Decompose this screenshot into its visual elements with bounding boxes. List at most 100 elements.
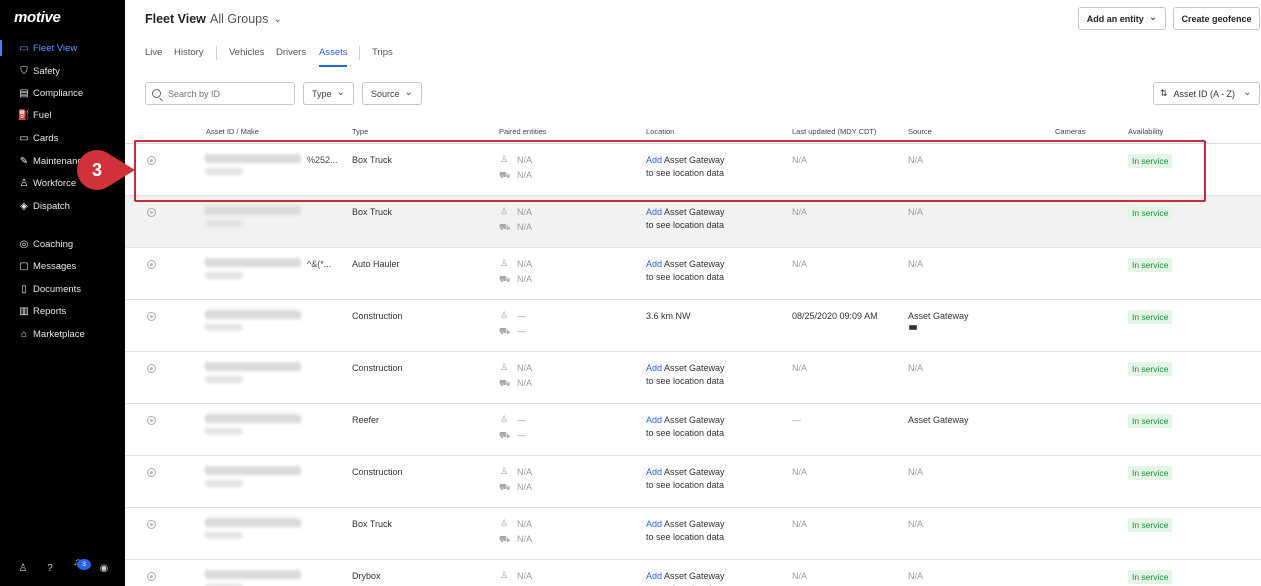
sidebar-item-label: Coaching (33, 238, 74, 250)
location-text[interactable]: 3.6 km NW (646, 311, 691, 321)
location-text: Asset Gateway (662, 259, 725, 269)
last-updated: 08/25/2020 09:09 AM (792, 311, 878, 321)
sidebar-item-label: Reports (33, 305, 67, 317)
redacted-asset-make (205, 220, 243, 227)
add-gateway-link[interactable]: Add (646, 259, 662, 269)
sidebar-item-compliance[interactable]: ▤ Compliance (0, 83, 125, 103)
sidebar-item-coaching[interactable]: ◎ Coaching (0, 234, 125, 254)
sidebar-item-reports[interactable]: ▥ Reports (0, 301, 125, 321)
tab-history[interactable]: History (174, 47, 204, 58)
row-select-radio[interactable] (147, 468, 156, 477)
sidebar-item-label: Safety (33, 65, 60, 77)
add-gateway-link[interactable]: Add (646, 467, 662, 477)
asset-type: Construction (352, 467, 403, 477)
row-select-radio[interactable] (147, 364, 156, 373)
tab-vehicles[interactable]: Vehicles (229, 47, 264, 58)
driver-icon: ♙ (499, 466, 509, 476)
row-select-radio[interactable] (147, 572, 156, 581)
row-select-radio[interactable] (147, 520, 156, 529)
add-entity-button[interactable]: Add an entity ⌄ (1078, 7, 1166, 30)
add-gateway-link[interactable]: Add (646, 207, 662, 217)
table-row[interactable]: Box Truck ♙ N/A ⛟ N/A Add Asset Gateway to see… (125, 508, 1261, 560)
sidebar-item-fleet-view[interactable]: ▭ Fleet View (0, 38, 125, 58)
clipboard-icon: ▤ (19, 87, 29, 99)
table-row[interactable]: ^&(*... Auto Hauler ♙ N/A ⛟ N/A Add Asset Gate… (125, 248, 1261, 300)
location-text: Asset Gateway (662, 363, 725, 373)
asset-id-text[interactable]: ^&(*... (307, 259, 331, 269)
add-gateway-link[interactable]: Add (646, 415, 662, 425)
motive-logo[interactable]: motive (14, 9, 61, 26)
paired-driver: N/A (517, 467, 533, 477)
sort-select[interactable]: ⇅ Asset ID (A - Z) ⌄ (1153, 82, 1260, 105)
sidebar-item-marketplace[interactable]: ⌂ Marketplace (0, 324, 125, 344)
status-badge: In service (1128, 518, 1173, 532)
paired-driver: — (517, 415, 526, 425)
sidebar-item-messages[interactable]: ▢ Messages (0, 256, 125, 276)
location-text: Asset Gateway (662, 519, 725, 529)
chevron-down-icon: ⌄ (273, 14, 282, 25)
row-select-radio[interactable] (147, 416, 156, 425)
add-gateway-link[interactable]: Add (646, 571, 662, 581)
last-updated: N/A (792, 571, 808, 581)
row-select-radio[interactable] (147, 312, 156, 321)
table-row[interactable]: Box Truck ♙ N/A ⛟ N/A Add Asset Gateway to see… (125, 196, 1261, 248)
col-last-updated: Last updated (MDY CDT) (792, 127, 877, 136)
driver-icon: ♙ (499, 414, 509, 424)
location-cell: Add Asset Gateway (646, 207, 725, 217)
bell-icon[interactable]: ♫3 (70, 557, 91, 579)
asset-type: Box Truck (352, 519, 393, 529)
sidebar-item-fuel[interactable]: ⛽ Fuel (0, 105, 125, 125)
source-filter[interactable]: Source ⌄ (362, 82, 422, 105)
table-row[interactable]: Drybox♙N/A⛟N/AAdd Asset Gatewayto see lo… (125, 560, 1261, 586)
location-text: Asset Gateway (662, 415, 725, 425)
search-input[interactable]: Search by ID (145, 82, 295, 105)
source-text: N/A (908, 467, 924, 477)
sidebar-item-cards[interactable]: ▭ Cards (0, 128, 125, 148)
source-text: N/A (908, 363, 924, 373)
paired-driver: N/A (517, 519, 533, 529)
sidebar-item-documents[interactable]: ▯ Documents (0, 279, 125, 299)
source-text: N/A (908, 259, 924, 269)
tab-assets[interactable]: Assets (319, 47, 348, 58)
shield-icon: ⛉ (20, 65, 28, 77)
create-geofence-button[interactable]: Create geofence (1173, 7, 1260, 30)
redacted-asset-make (205, 428, 243, 435)
paired-driver: — (517, 311, 526, 321)
tab-live[interactable]: Live (145, 47, 162, 58)
add-gateway-link[interactable]: Add (646, 519, 662, 529)
redacted-asset-id (205, 518, 301, 527)
sidebar-item-safety[interactable]: ⛉ Safety (0, 61, 125, 81)
paired-vehicle: N/A (517, 378, 533, 388)
driver-icon: ♙ (499, 206, 509, 216)
chevron-down-icon: ⌄ (336, 87, 345, 98)
sidebar-item-label: Compliance (33, 87, 84, 99)
group-selector[interactable]: All Groups ⌄ (210, 12, 282, 26)
add-gateway-link[interactable]: Add (646, 363, 662, 373)
table-row[interactable]: Construction ♙ — ⛟ — 3.6 km NW 08/25/2020 09:0… (125, 300, 1261, 352)
sidebar: motive ▭ Fleet View ⛉ Safety ▤ Compliance ⛽ Fue… (0, 0, 125, 586)
row-select-radio[interactable] (147, 260, 156, 269)
table-row[interactable]: Construction ♙ N/A ⛟ N/A Add Asset Gateway to … (125, 456, 1261, 508)
type-filter[interactable]: Type ⌄ (303, 82, 354, 105)
sidebar-item-dispatch[interactable]: ◈ Dispatch (0, 196, 125, 216)
location-hint: to see location data (646, 428, 725, 438)
col-asset-id[interactable]: Asset ID / Make (206, 127, 259, 136)
driver-icon: ♙ (499, 362, 509, 372)
redacted-asset-id (205, 206, 301, 215)
sort-icon: ⇅ (1160, 88, 1168, 98)
help-icon[interactable]: ? (43, 563, 57, 574)
last-updated: N/A (792, 207, 808, 217)
account-icon[interactable]: ◉ (97, 563, 111, 574)
location-cell: Add Asset Gateway (646, 259, 725, 269)
row-select-radio[interactable] (147, 208, 156, 217)
paired-driver: N/A (517, 571, 533, 581)
sidebar-item-label: Fleet View (33, 42, 78, 54)
location-cell: Add Asset Gateway (646, 467, 725, 477)
tab-drivers[interactable]: Drivers (276, 47, 306, 58)
tab-trips[interactable]: Trips (372, 47, 393, 58)
col-cameras: Cameras (1055, 127, 1086, 136)
vehicle-icon: ⛟ (499, 534, 511, 544)
user-icon[interactable]: ♙ (16, 563, 30, 574)
table-row[interactable]: Reefer ♙ — ⛟ — Add Asset Gateway to see locati… (125, 404, 1261, 456)
table-row[interactable]: Construction ♙ N/A ⛟ N/A Add Asset Gateway to … (125, 352, 1261, 404)
